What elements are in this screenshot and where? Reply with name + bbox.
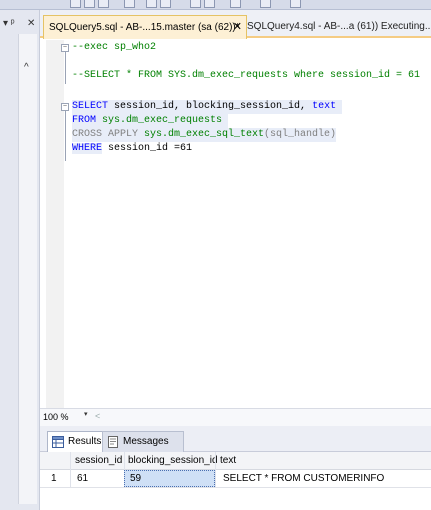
document-tab-strip: SQLQuery5.sql - AB-...15.master (sa (62)… [40,10,431,39]
toolbar-button-icon[interactable] [98,0,109,8]
table-cell: 59 [130,473,142,484]
close-icon[interactable]: ✕ [27,18,35,29]
tab-label: Results [68,436,102,447]
tab-sqlquery4[interactable]: SQLQuery4.sql - AB-...a (61)) Executing.… [242,15,431,38]
code-line-6: WHERE session_id =61 [72,143,193,154]
row-divider [40,487,431,488]
scroll-up-icon[interactable]: ^ [24,62,29,73]
column-header[interactable]: blocking_session_id [128,452,218,469]
results-tab-strip: Results Messages [40,426,431,452]
tab-label: SQLQuery5.sql - AB-...15.master (sa (62)… [49,22,240,33]
tab-sqlquery5[interactable]: SQLQuery5.sql - AB-...15.master (sa (62)… [43,15,247,39]
toolbar-button-icon[interactable] [160,0,171,8]
code-line-1: --exec sp_who2 [72,42,157,53]
toolbar-button-icon[interactable] [190,0,201,8]
code-line-2: --SELECT * FROM SYS.dm_exec_requests whe… [72,70,421,81]
row-number[interactable]: 1 [51,470,57,487]
results-grid: session_id blocking_session_id text 1 61… [40,452,431,510]
column-divider[interactable] [70,452,71,488]
toolbar-button-icon[interactable] [70,0,81,8]
toolbar-button-icon[interactable] [84,0,95,8]
code-line-5: CROSS APPLY sys.dm_exec_sql_text(sql_han… [72,128,337,142]
toolbar-button-icon[interactable] [260,0,271,8]
selected-cell[interactable]: 59 [124,470,215,487]
pin-icon[interactable]: ▾ ᵖ [3,18,15,29]
toolbar-button-icon[interactable] [124,0,135,8]
code-line-4: FROM sys.dm_exec_requests [72,114,229,128]
tab-messages[interactable]: Messages [102,431,184,452]
toolbar-button-icon[interactable] [204,0,215,8]
scroll-left-icon[interactable]: < [95,411,100,421]
fold-line [65,111,66,161]
grid-icon [52,436,64,448]
table-cell[interactable]: SELECT * FROM CUSTOMERINFO [223,470,384,487]
toolbar [0,0,431,10]
grid-header-row: session_id blocking_session_id text [40,452,431,470]
toolbar-button-icon[interactable] [146,0,157,8]
left-dock-panel: ▾ ᵖ ✕ ^ [0,10,40,510]
chevron-down-icon[interactable]: ▾ [84,410,88,418]
close-icon[interactable]: ✕ [233,16,242,39]
zoom-bar: 100 % ▾ < [40,408,431,426]
tab-label: Messages [123,436,169,447]
zoom-level[interactable]: 100 % [43,412,69,422]
column-divider[interactable] [215,452,216,488]
query-editor[interactable]: − --exec sp_who2 --SELECT * FROM SYS.dm_… [40,40,431,408]
column-header[interactable]: text [220,452,236,469]
editor-gutter [46,40,64,408]
table-cell[interactable]: 61 [77,470,88,487]
toolbar-button-icon[interactable] [290,0,301,8]
column-header[interactable]: session_id [75,452,122,469]
tab-label: SQLQuery4.sql - AB-...a (61)) Executing.… [247,21,431,32]
code-line-3: SELECT session_id, blocking_session_id, … [72,100,343,114]
collapse-icon[interactable]: − [61,44,69,52]
dock-panel-header: ▾ ᵖ ✕ [0,16,40,34]
collapse-icon[interactable]: − [61,103,69,111]
fold-line [65,52,66,84]
messages-icon [108,436,118,448]
toolbar-button-icon[interactable] [230,0,241,8]
vertical-scrollbar[interactable]: ^ [18,34,37,504]
